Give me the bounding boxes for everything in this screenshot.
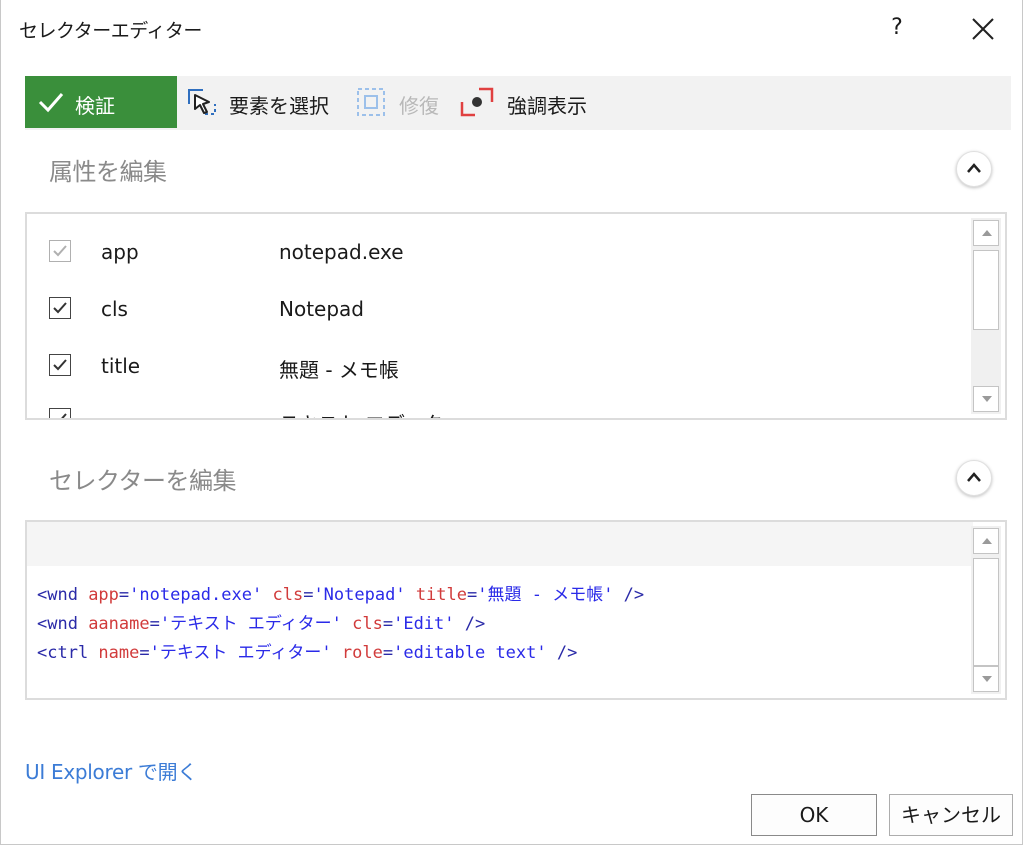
selector-scrollbar[interactable] (971, 526, 1001, 694)
attributes-list: app notepad.exe cls Notepad title 無題 - メ… (25, 212, 1007, 420)
select-element-button[interactable]: 要素を選択 (185, 84, 341, 120)
code-tag: /> (454, 614, 486, 634)
attributes-scrollbar[interactable] (971, 218, 1001, 414)
attribute-checkbox[interactable] (49, 297, 71, 319)
attribute-checkbox[interactable] (49, 240, 71, 262)
attribute-name: app (101, 240, 139, 264)
attribute-value: 無題 - メモ帳 (279, 358, 399, 382)
scroll-down-icon (982, 396, 992, 402)
repair-icon (357, 88, 385, 116)
attribute-value: Notepad (279, 297, 364, 321)
code-tag: <ctrl (37, 643, 99, 663)
scroll-up-button[interactable] (973, 528, 999, 554)
selector-line: <ctrl name='テキスト エディター' role='editable t… (37, 638, 577, 663)
scroll-down-button[interactable] (973, 386, 999, 412)
validate-label: 検証 (75, 94, 115, 118)
code-attr-name: title (415, 585, 467, 605)
dialog-window: セレクターエディター ? 検証 要素を選択 修復 強調表示 属性を編集 app … (0, 0, 1023, 845)
code-tag: = (149, 614, 160, 634)
help-button[interactable]: ? (879, 10, 915, 46)
attribute-value: テキスト エディタ (279, 408, 443, 418)
code-tag (406, 585, 416, 605)
code-attr-name: cls (272, 585, 304, 605)
code-current-line (27, 522, 973, 566)
code-tag: <wnd (37, 585, 89, 605)
code-attr-name: name (98, 643, 140, 663)
code-tag (262, 585, 272, 605)
code-tag: = (382, 614, 394, 634)
selector-line: <wnd app='notepad.exe' cls='Notepad' tit… (37, 580, 644, 605)
code-tag: = (118, 585, 130, 605)
code-attr-value: 'editable text' (393, 643, 547, 663)
select-element-label: 要素を選択 (229, 94, 329, 118)
code-attr-name: role (341, 643, 383, 663)
attribute-row: テキスト エディタ (27, 402, 967, 418)
code-tag: <wnd (37, 614, 89, 634)
scroll-down-icon (982, 676, 992, 682)
check-icon (38, 93, 64, 113)
code-tag: = (467, 585, 478, 605)
close-icon (972, 18, 994, 40)
collapse-attributes-button[interactable] (956, 151, 992, 187)
code-tag (332, 643, 342, 663)
code-tag (342, 614, 352, 634)
repair-label: 修復 (399, 94, 439, 118)
validate-button[interactable]: 検証 (25, 76, 177, 128)
scroll-thumb[interactable] (973, 250, 999, 330)
collapse-selector-button[interactable] (956, 460, 992, 496)
code-attr-value: 'テキスト エディター' (149, 643, 332, 663)
scroll-up-button[interactable] (973, 220, 999, 246)
code-attr-value: '無題 - メモ帳' (477, 585, 614, 605)
scroll-up-icon (982, 538, 992, 544)
code-attr-value: 'テキスト エディター' (159, 614, 342, 634)
chevron-up-icon (967, 472, 981, 482)
code-tag: /> (613, 585, 645, 605)
scroll-thumb[interactable] (973, 558, 999, 666)
checkbox-check-icon (53, 359, 67, 371)
close-button[interactable] (963, 10, 1003, 48)
attribute-row: app notepad.exe (27, 234, 967, 274)
code-tag: /> (546, 643, 578, 663)
code-attr-name: aaname (88, 614, 150, 634)
attribute-row: title 無題 - メモ帳 (27, 348, 967, 388)
cursor-select-icon (188, 89, 216, 115)
attribute-checkbox[interactable] (49, 408, 71, 418)
checkbox-check-icon (53, 302, 67, 314)
highlight-label: 強調表示 (507, 94, 587, 118)
checkbox-check-icon (61, 413, 67, 418)
chevron-up-icon (967, 163, 981, 173)
ok-button[interactable]: OK (751, 794, 877, 836)
attribute-name: cls (101, 297, 128, 321)
selector-section-title: セレクターを編集 (49, 467, 237, 495)
window-title: セレクターエディター (19, 20, 202, 42)
title-bar: セレクターエディター ? (1, 0, 1024, 56)
code-tag: = (303, 585, 314, 605)
attribute-checkbox[interactable] (49, 354, 71, 376)
code-attr-name: app (88, 585, 119, 605)
scroll-up-icon (982, 230, 992, 236)
repair-button[interactable]: 修復 (355, 84, 447, 120)
code-attr-value: 'Notepad' (313, 585, 406, 605)
attribute-row: cls Notepad (27, 291, 967, 331)
code-attr-name: cls (352, 614, 383, 634)
attribute-name: title (101, 354, 141, 378)
code-tag: = (139, 643, 150, 663)
selector-line: <wnd aaname='テキスト エディター' cls='Edit' /> (37, 609, 485, 634)
attribute-value: notepad.exe (279, 240, 404, 264)
highlight-button[interactable]: 強調表示 (459, 84, 599, 120)
checkbox-check-icon (53, 245, 67, 257)
selector-editor[interactable]: <wnd app='notepad.exe' cls='Notepad' tit… (25, 520, 1007, 700)
scroll-down-button[interactable] (973, 666, 999, 692)
toolbar: 検証 要素を選択 修復 強調表示 (25, 76, 1011, 130)
code-tag: = (382, 643, 394, 663)
attributes-section-title: 属性を編集 (49, 158, 167, 186)
open-ui-explorer-link[interactable]: UI Explorer で開く (25, 756, 197, 785)
highlight-icon (460, 87, 494, 117)
cancel-button[interactable]: キャンセル (889, 794, 1013, 836)
code-attr-value: 'Edit' (393, 614, 455, 634)
code-attr-value: 'notepad.exe' (129, 585, 263, 605)
